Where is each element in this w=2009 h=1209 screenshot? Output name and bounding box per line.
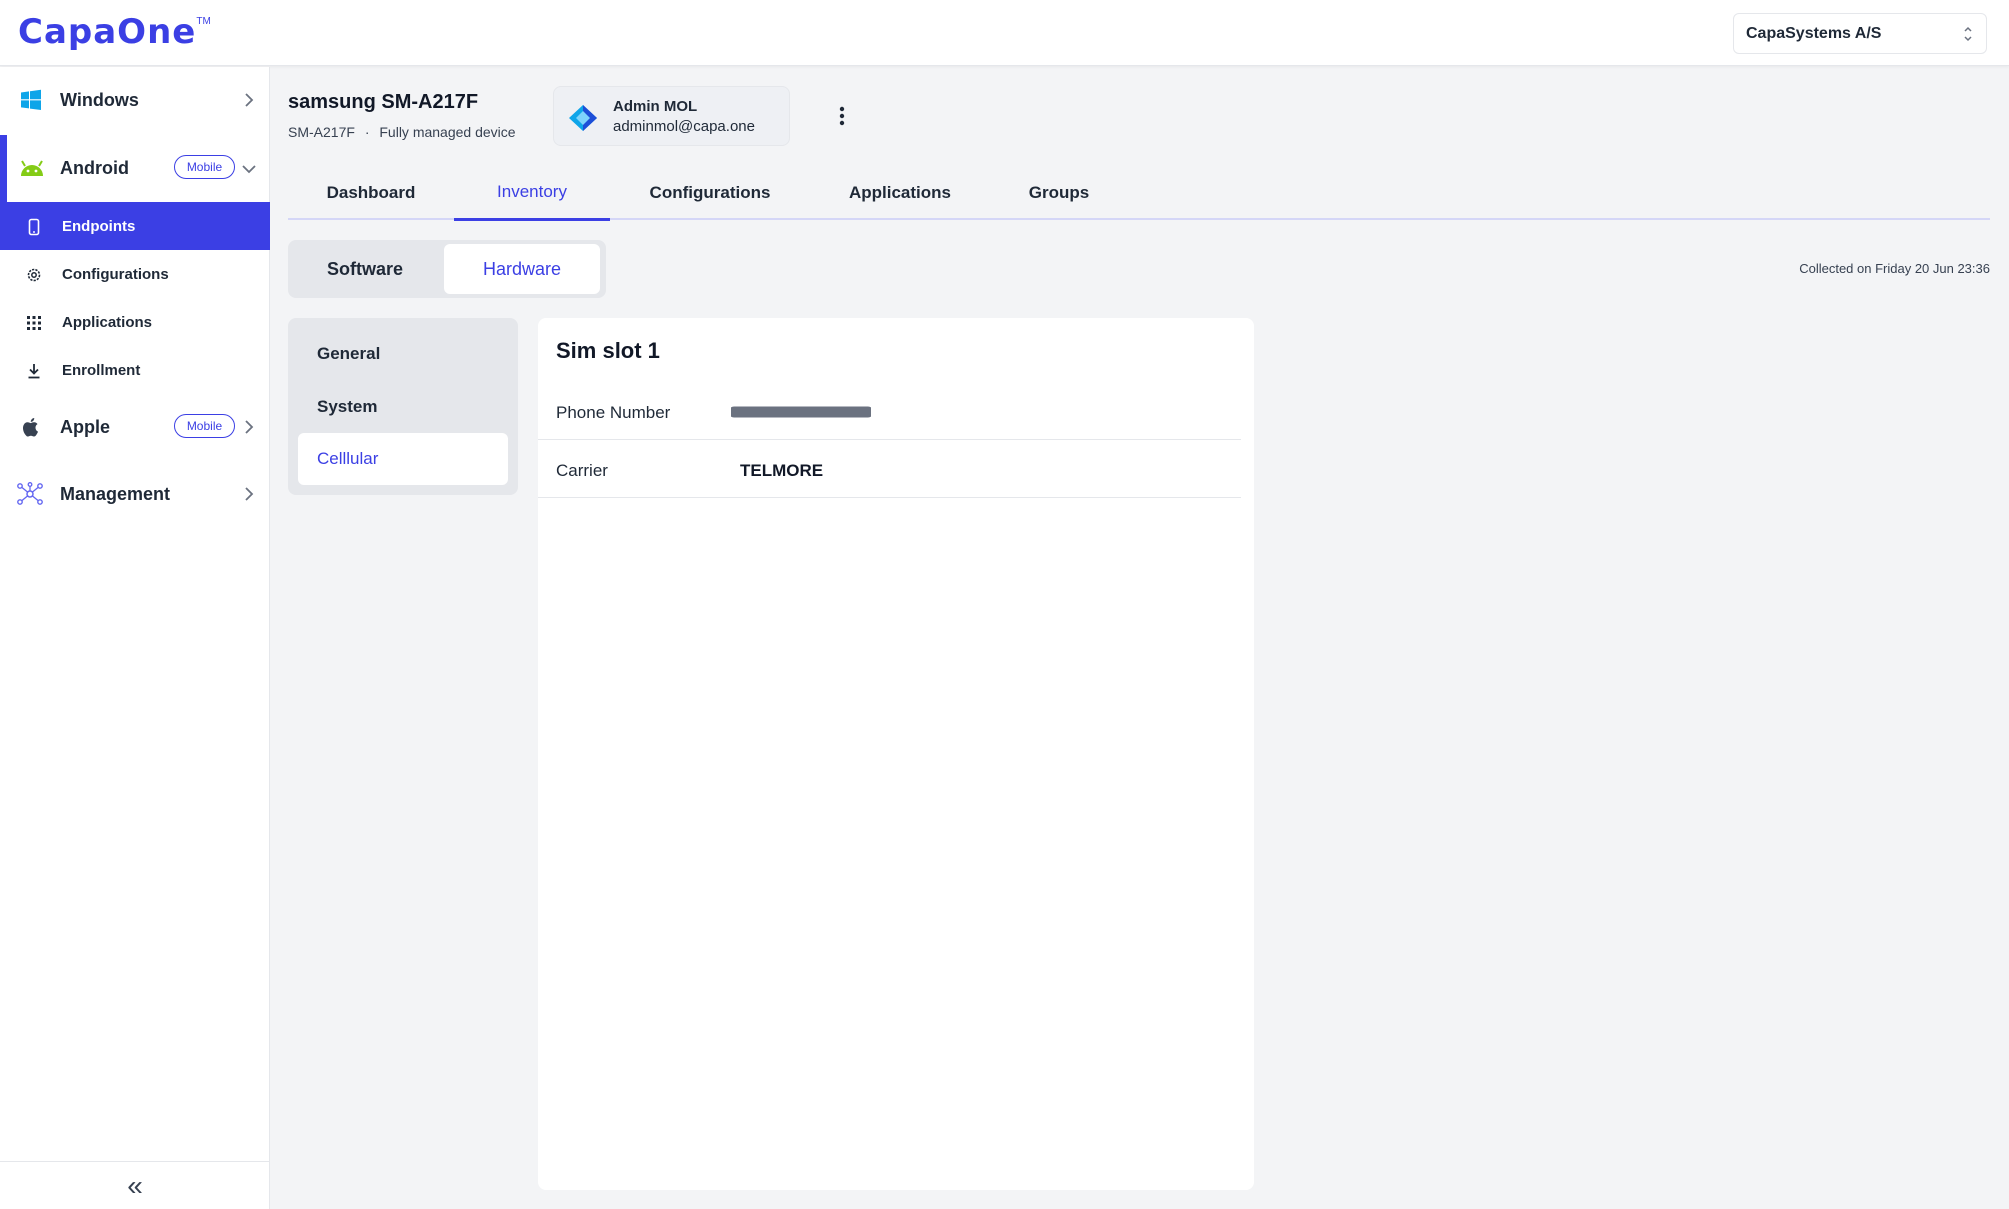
hardware-nav-system[interactable]: System: [298, 381, 508, 433]
sim-slot-title: Sim slot 1: [556, 338, 660, 363]
device-tabs: Dashboard Inventory Configurations Appli…: [288, 166, 1990, 221]
sidebar-item-windows[interactable]: Windows: [0, 67, 270, 133]
sidebar-item-label: Management: [60, 483, 171, 504]
hardware-category-nav: General System Celllular: [288, 318, 518, 495]
sim-slot-panel: Sim slot 1 Phone Number ········ Carrier…: [538, 318, 1254, 1190]
android-icon: [21, 160, 43, 176]
double-chevron-left-icon: «: [127, 1169, 143, 1201]
device-model: SM-A217F: [288, 124, 355, 140]
top-bar: CapaOneTM CapaSystems A/S: [0, 0, 2009, 66]
logo-text: CapaOne: [18, 12, 197, 52]
chevron-right-icon: [245, 487, 254, 501]
admin-email: adminmol@capa.one: [613, 118, 755, 135]
sidebar: Windows Android Mobile Endpoints Configu…: [0, 67, 270, 1209]
apple-icon: [23, 418, 38, 437]
sidebar-item-label: Enrollment: [62, 361, 141, 379]
collapse-sidebar-button[interactable]: «: [0, 1161, 270, 1209]
tab-applications[interactable]: Applications: [810, 166, 990, 220]
more-options-icon[interactable]: [832, 104, 852, 128]
property-label: Phone Number: [556, 403, 671, 422]
phone-icon: [28, 218, 40, 236]
page-title: samsung SM-A217F: [288, 91, 479, 113]
sidebar-item-label: Windows: [60, 89, 139, 110]
sidebar-item-android[interactable]: Android Mobile: [0, 135, 270, 201]
hardware-nav-cellular[interactable]: Celllular: [298, 433, 508, 485]
grid-icon: [27, 316, 41, 330]
network-icon: [17, 482, 43, 505]
mobile-badge: Mobile: [174, 155, 235, 179]
sidebar-item-label: Apple: [60, 416, 111, 437]
sidebar-item-endpoints[interactable]: Endpoints: [0, 202, 270, 250]
tab-groups[interactable]: Groups: [990, 166, 1128, 220]
windows-icon: [21, 89, 41, 110]
tab-inventory[interactable]: Inventory: [454, 166, 610, 221]
chevron-down-icon: [242, 165, 256, 174]
collected-timestamp: Collected on Friday 20 Jun 23:36: [1799, 261, 1990, 276]
tab-dashboard[interactable]: Dashboard: [288, 166, 454, 220]
organization-select-value: CapaSystems A/S: [1746, 24, 1882, 42]
logo-trademark: TM: [196, 16, 211, 27]
sidebar-item-label: Endpoints: [62, 217, 136, 235]
admin-name: Admin MOL: [613, 98, 698, 115]
capaone-logo[interactable]: CapaOneTM: [18, 14, 211, 50]
subtitle-separator: ·: [364, 124, 370, 140]
mobile-badge: Mobile: [174, 414, 235, 438]
sidebar-item-label: Applications: [62, 313, 153, 331]
property-label: Carrier: [556, 461, 608, 480]
property-value: TELMORE: [740, 461, 824, 480]
property-row-phone-number: Phone Number ········: [538, 382, 1241, 440]
sidebar-item-label: Configurations: [62, 265, 169, 283]
device-management-mode: Fully managed device: [379, 124, 516, 140]
admin-user-card[interactable]: Admin MOL adminmol@capa.one: [553, 86, 790, 146]
download-icon: [28, 364, 40, 379]
chevron-right-icon: [245, 420, 254, 434]
sidebar-item-label: Android: [60, 157, 129, 178]
chevron-up-down-icon: [1964, 26, 1972, 42]
sidebar-item-configurations[interactable]: Configurations: [0, 250, 270, 298]
sidebar-item-enrollment[interactable]: Enrollment: [0, 346, 270, 394]
device-subtitle: SM-A217F · Fully managed device: [288, 124, 516, 140]
azure-ad-icon: [569, 105, 597, 131]
sidebar-item-applications[interactable]: Applications: [0, 298, 270, 346]
tab-configurations[interactable]: Configurations: [610, 166, 810, 220]
sidebar-item-management[interactable]: Management: [0, 461, 270, 527]
chevron-right-icon: [245, 93, 254, 107]
organization-select[interactable]: CapaSystems A/S: [1733, 13, 1987, 54]
sidebar-item-apple[interactable]: Apple Mobile: [0, 394, 270, 460]
inventory-type-switch: Software Hardware: [288, 240, 606, 298]
redacted-value: ········: [731, 404, 871, 421]
hardware-nav-general[interactable]: General: [298, 328, 508, 380]
segment-hardware[interactable]: Hardware: [444, 244, 600, 294]
segment-software[interactable]: Software: [292, 244, 438, 294]
gear-icon: [27, 268, 41, 282]
property-row-carrier: Carrier TELMORE: [538, 440, 1241, 498]
